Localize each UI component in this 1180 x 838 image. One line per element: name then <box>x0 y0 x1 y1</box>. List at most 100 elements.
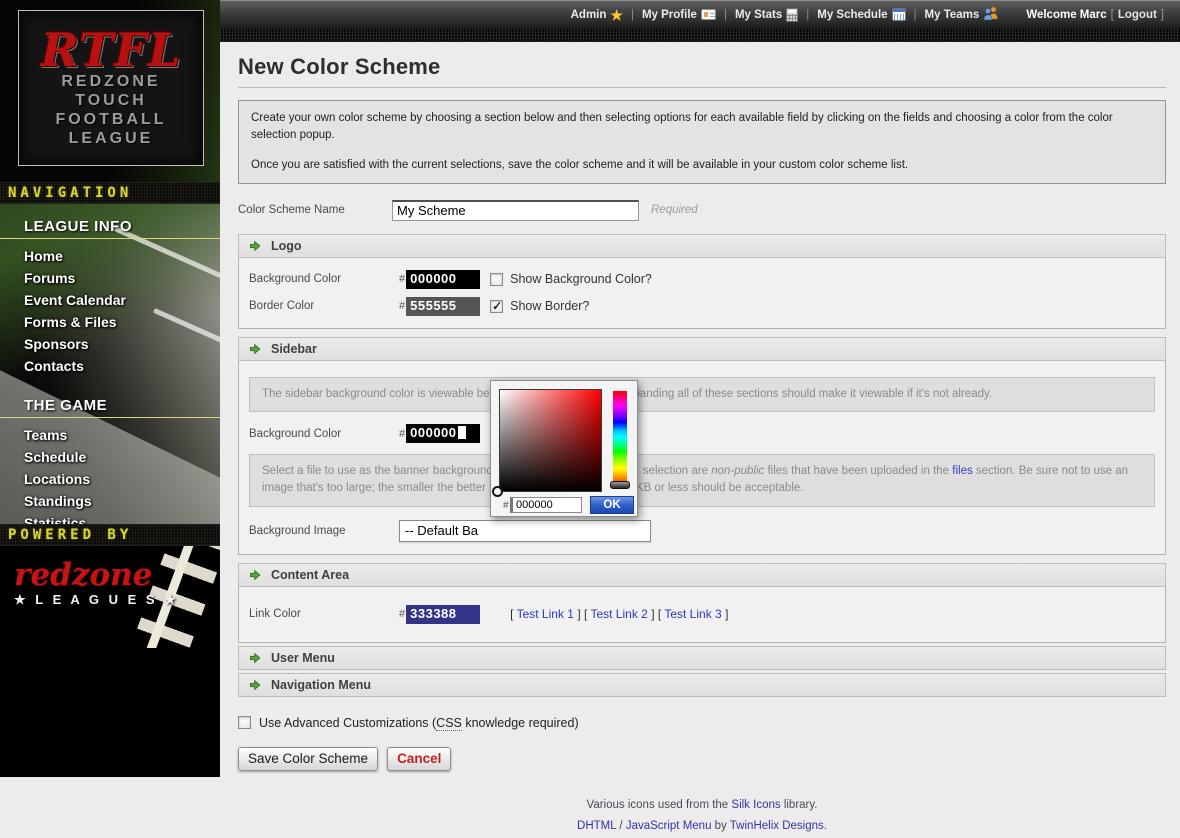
color-scheme-name-label: Color Scheme Name <box>238 204 392 216</box>
sidebar-item-teams[interactable]: Teams <box>24 424 220 446</box>
hex-value: 000000 <box>410 425 456 440</box>
page-footer: Various icons used from the Silk Icons l… <box>238 795 1166 838</box>
css-abbr: CSS <box>436 716 462 731</box>
title-divider <box>238 87 1166 88</box>
hue-slider[interactable] <box>613 391 627 483</box>
text-cursor <box>458 426 466 439</box>
menu-admin[interactable]: Admin ★ <box>571 9 623 21</box>
header-texture-strip <box>220 28 1180 42</box>
field-label: Background Image <box>249 525 399 537</box>
section-header-logo[interactable]: Logo <box>238 234 1166 258</box>
top-menu-bar: Admin ★ | My Profile | My Stats | My Sch… <box>220 0 1180 28</box>
color-selector-circle[interactable] <box>492 486 503 497</box>
logo-border-color-row: Border Color # 555555 Show Border? <box>249 297 1155 316</box>
banner-note-line-1: Select a file to use as the banner backg… <box>262 463 1142 480</box>
picker-ok-button[interactable]: OK <box>590 496 634 514</box>
picker-hex-input[interactable] <box>510 497 582 513</box>
test-link-2[interactable]: Test Link 2 <box>590 607 647 621</box>
section-title-logo: Logo <box>271 239 302 253</box>
menu-my-stats-label: My Stats <box>735 9 782 21</box>
sidebar-group-the-game: THE GAME <box>0 393 220 418</box>
logout-bracket: ] <box>1161 9 1164 21</box>
hash-prefix: # <box>399 300 405 312</box>
use-advanced-customizations-checkbox[interactable] <box>238 716 251 729</box>
section-header-navigation-menu[interactable]: Navigation Menu <box>238 673 1166 697</box>
field-label: Background Color <box>249 273 399 285</box>
menu-my-profile[interactable]: My Profile <box>642 9 716 21</box>
save-color-scheme-button[interactable]: Save Color Scheme <box>238 747 378 771</box>
logo-background-color-field[interactable]: 000000 <box>406 270 480 289</box>
sidebar-item-forms-files[interactable]: Forms & Files <box>24 311 220 333</box>
section-body-content-area: Link Color # 333388 [ Test Link 1 ] [ Te… <box>238 587 1166 643</box>
show-border-checkbox[interactable] <box>490 300 503 313</box>
redzone-leagues-logo[interactable]: redzone ★ L E A G U E S ★ <box>0 546 220 648</box>
calendar-icon <box>892 8 906 21</box>
logout-link[interactable]: Logout <box>1118 9 1157 21</box>
vcard-icon <box>701 9 716 20</box>
banner-background-note: Select a file to use as the banner backg… <box>249 454 1155 507</box>
section-body-logo: Background Color # 000000 Show Backgroun… <box>238 258 1166 329</box>
saturation-value-gradient[interactable] <box>499 389 602 492</box>
checkbox-label: Show Background Color? <box>510 272 652 286</box>
sidebar-item-locations[interactable]: Locations <box>24 468 220 490</box>
section-header-user-menu[interactable]: User Menu <box>238 646 1166 670</box>
files-link[interactable]: files <box>952 465 972 477</box>
league-logo-area: RTFL REDZONE TOUCH FOOTBALL LEAGUE <box>0 0 220 182</box>
sidebar-item-forums[interactable]: Forums <box>24 267 220 289</box>
test-links: [ Test Link 1 ] [ Test Link 2 ] [ Test L… <box>510 607 728 621</box>
show-background-color-checkbox[interactable] <box>490 273 503 286</box>
menu-my-stats[interactable]: My Stats <box>735 8 798 22</box>
link-color-row: Link Color # 333388 [ Test Link 1 ] [ Te… <box>249 605 1155 624</box>
menu-my-teams[interactable]: My Teams <box>925 6 1001 23</box>
intro-paragraph-1: Create your own color scheme by choosing… <box>251 110 1153 145</box>
section-header-sidebar[interactable]: Sidebar <box>238 337 1166 361</box>
field-label: Link Color <box>249 608 399 620</box>
menu-my-schedule[interactable]: My Schedule <box>817 8 905 21</box>
group-icon <box>983 6 1000 23</box>
sidebar-background-color-field[interactable]: 000000 <box>406 424 480 443</box>
hue-slider-handle[interactable] <box>610 481 630 489</box>
menu-separator: | <box>724 9 727 21</box>
menu-my-profile-label: My Profile <box>642 9 697 21</box>
sidebar-field-background: LEAGUE INFO Home Forums Event Calendar F… <box>0 204 220 524</box>
sidebar-item-home[interactable]: Home <box>24 245 220 267</box>
logo-border-color-field[interactable]: 555555 <box>406 297 480 316</box>
menu-my-schedule-label: My Schedule <box>817 9 887 21</box>
javascript-menu-link[interactable]: JavaScript Menu <box>626 820 712 832</box>
dhtml-link[interactable]: DHTML <box>577 820 616 832</box>
league-acronym: RTFL <box>41 28 182 72</box>
league-name-line: FOOTBALL <box>55 110 166 129</box>
silk-icons-link[interactable]: Silk Icons <box>731 799 780 811</box>
sidebar-item-event-calendar[interactable]: Event Calendar <box>24 289 220 311</box>
link-color-field[interactable]: 333388 <box>406 605 480 624</box>
sidebar-item-sponsors[interactable]: Sponsors <box>24 333 220 355</box>
background-image-select[interactable]: -- Default Ba <box>399 520 651 542</box>
sidebar-item-statistics[interactable]: Statistics <box>24 512 220 524</box>
test-link-1[interactable]: Test Link 1 <box>517 607 574 621</box>
cancel-button[interactable]: Cancel <box>387 747 451 771</box>
footer-line-1: Various icons used from the Silk Icons l… <box>238 795 1166 817</box>
sidebar-item-schedule[interactable]: Schedule <box>24 446 220 468</box>
sidebar-nav: LEAGUE INFO Home Forums Event Calendar F… <box>0 204 220 524</box>
test-link-3[interactable]: Test Link 3 <box>664 607 721 621</box>
logout-bracket: [ <box>1111 9 1114 21</box>
twinhelix-designs-link[interactable]: TwinHelix Designs <box>730 820 824 832</box>
section-header-content-area[interactable]: Content Area <box>238 563 1166 587</box>
section-title-user-menu: User Menu <box>271 651 335 665</box>
menu-separator: | <box>914 9 917 21</box>
league-logo[interactable]: RTFL REDZONE TOUCH FOOTBALL LEAGUE <box>18 10 204 166</box>
expand-arrow-icon <box>249 679 261 691</box>
logo-background-color-row: Background Color # 000000 Show Backgroun… <box>249 270 1155 289</box>
color-picker-popup: # OK <box>490 380 638 517</box>
section-title-sidebar: Sidebar <box>271 342 317 356</box>
sidebar-item-contacts[interactable]: Contacts <box>24 355 220 377</box>
hash-prefix: # <box>503 500 509 511</box>
section-body-sidebar: The sidebar background color is viewable… <box>238 361 1166 555</box>
calculator-icon <box>786 8 798 22</box>
color-scheme-name-input[interactable] <box>392 200 639 221</box>
expand-arrow-icon <box>249 652 261 664</box>
welcome-text: Welcome Marc <box>1026 9 1106 21</box>
sidebar-item-standings[interactable]: Standings <box>24 490 220 512</box>
intro-paragraph-2: Once you are satisfied with the current … <box>251 157 1153 174</box>
redzone-wordmark: redzone <box>14 560 220 590</box>
